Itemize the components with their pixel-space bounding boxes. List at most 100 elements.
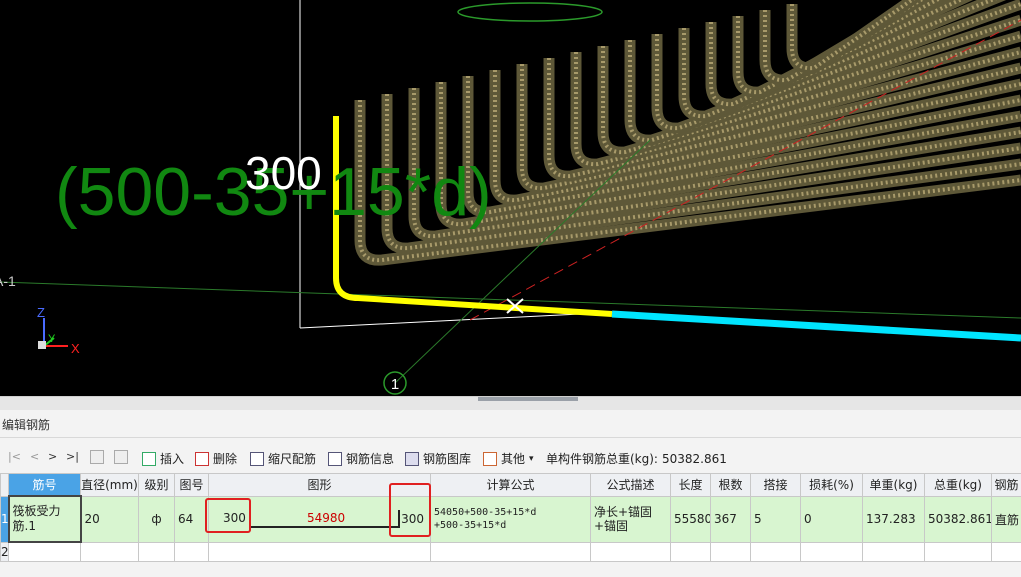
- insert-icon: [142, 451, 156, 466]
- formula-desc-cell[interactable]: 净长+锚固+锚固: [590, 495, 671, 543]
- scale-rebar-button[interactable]: 缩尺配筋: [250, 450, 316, 467]
- axis-edge-label: A-1: [0, 273, 16, 289]
- empty-cell[interactable]: [800, 541, 863, 562]
- nav-next-button[interactable]: >: [48, 450, 57, 463]
- empty-cell[interactable]: [590, 541, 671, 562]
- empty-cell[interactable]: [208, 541, 431, 562]
- count-cell[interactable]: 367: [710, 495, 751, 543]
- empty-cell[interactable]: [750, 541, 801, 562]
- shape-hook-line: [398, 509, 400, 528]
- column-header[interactable]: 长度: [670, 473, 711, 497]
- panel-divider: [0, 437, 1021, 438]
- panel-title: 编辑钢筋: [2, 418, 51, 432]
- total-weight-cell[interactable]: 50382.861: [924, 495, 992, 543]
- shape-bar-line: [251, 525, 399, 528]
- other-menu-button[interactable]: 其他 ▾: [483, 450, 534, 467]
- dropdown-arrow-icon: ▾: [529, 453, 534, 464]
- grid-axis-number: 1: [391, 376, 399, 393]
- move-up-icon: [90, 450, 104, 464]
- empty-cell[interactable]: [670, 541, 711, 562]
- shape-right-dim[interactable]: 300: [401, 512, 424, 526]
- y-axis-label: Y: [48, 333, 56, 345]
- row-index[interactable]: 1: [0, 495, 9, 543]
- grid-axis-line: [0, 281, 1021, 319]
- scale-icon: [250, 451, 264, 466]
- scale-label: 缩尺配筋: [268, 452, 317, 466]
- delete-label: 删除: [213, 452, 238, 466]
- column-header[interactable]: 单重(kg): [862, 473, 925, 497]
- table-row[interactable]: 1 筏板受力筋.1 20 ф 64 300 54980 300 54050+50…: [0, 495, 1021, 543]
- empty-cell[interactable]: [924, 541, 992, 562]
- other-icon: [483, 451, 497, 466]
- nav-first-button[interactable]: |<: [8, 450, 21, 463]
- delete-button[interactable]: 删除: [195, 450, 237, 467]
- splitter-grip[interactable]: [478, 397, 578, 401]
- formula-line: 54050+500-35+15*d: [434, 507, 537, 518]
- move-down-button[interactable]: [114, 450, 132, 464]
- insert-button[interactable]: 插入: [142, 450, 184, 467]
- rebar-shape-cell[interactable]: 300 54980 300: [208, 495, 431, 543]
- corner-cell: [0, 473, 9, 497]
- column-header[interactable]: 公式描述: [590, 473, 671, 497]
- x-axis-label: X: [71, 341, 80, 356]
- row-index[interactable]: 2: [0, 541, 9, 562]
- table-row[interactable]: 2: [0, 541, 1021, 562]
- length-cell[interactable]: 55580: [670, 495, 711, 543]
- total-weight-readout: 单构件钢筋总重(kg): 50382.861: [546, 450, 727, 467]
- empty-cell[interactable]: [991, 541, 1021, 562]
- column-header[interactable]: 计算公式: [430, 473, 591, 497]
- empty-cell[interactable]: [138, 541, 175, 562]
- move-up-button[interactable]: [90, 450, 108, 464]
- empty-cell[interactable]: [8, 541, 81, 562]
- rebar-table: 筋号 直径(mm) 级别 图号 图形 计算公式 公式描述 长度 根数 搭接 损耗…: [0, 473, 1021, 562]
- table-header-row: 筋号 直径(mm) 级别 图号 图形 计算公式 公式描述 长度 根数 搭接 损耗…: [0, 473, 1021, 497]
- rebar-info-button[interactable]: 钢筋信息: [328, 450, 394, 467]
- library-label: 钢筋图库: [423, 452, 472, 466]
- other-label: 其他: [501, 452, 526, 466]
- total-weight-value: 50382.861: [661, 451, 727, 466]
- origin-marker: [38, 341, 46, 349]
- library-icon: [405, 451, 419, 466]
- edit-rebar-panel: 编辑钢筋 |< < > >| 插入 删除 缩尺配筋 钢筋信息 钢筋图库 其他 ▾ …: [0, 410, 1021, 577]
- total-weight-label: 单构件钢筋总重(kg):: [546, 452, 658, 466]
- shape-mid-dim[interactable]: 54980: [307, 511, 345, 525]
- figure-no-cell[interactable]: 64: [174, 495, 209, 543]
- column-header[interactable]: 级别: [138, 473, 175, 497]
- nav-last-button[interactable]: >|: [66, 450, 79, 463]
- empty-cell[interactable]: [862, 541, 925, 562]
- column-header[interactable]: 根数: [710, 473, 751, 497]
- rebar-library-button[interactable]: 钢筋图库: [405, 450, 471, 467]
- rebar-type-cell[interactable]: 直筋: [991, 495, 1021, 543]
- empty-cell[interactable]: [710, 541, 751, 562]
- column-header[interactable]: 图形: [208, 473, 431, 497]
- empty-cell[interactable]: [80, 541, 139, 562]
- diameter-cell[interactable]: 20: [80, 495, 139, 543]
- move-down-icon: [114, 450, 128, 464]
- column-header[interactable]: 图号: [174, 473, 209, 497]
- info-icon: [328, 451, 342, 466]
- empty-cell[interactable]: [430, 541, 591, 562]
- panel-splitter[interactable]: [0, 396, 1021, 411]
- rebar-cyan-segment: [611, 310, 1021, 342]
- formula-cell[interactable]: 54050+500-35+15*d +500-35+15*d: [430, 495, 591, 543]
- grade-cell[interactable]: ф: [138, 495, 175, 543]
- rebar-dimension-annotation: 300: [245, 147, 322, 199]
- nav-prev-button[interactable]: <: [30, 450, 39, 463]
- loss-cell[interactable]: 0: [800, 495, 863, 543]
- shape-left-dim[interactable]: 300: [223, 511, 246, 525]
- column-header[interactable]: 总重(kg): [924, 473, 992, 497]
- column-header[interactable]: 筋号: [8, 473, 81, 497]
- z-axis-label: Z: [37, 305, 45, 320]
- rebar-name-cell[interactable]: 筏板受力筋.1: [7, 495, 82, 543]
- empty-cell[interactable]: [174, 541, 209, 562]
- column-header[interactable]: 直径(mm): [80, 473, 139, 497]
- info-label: 钢筋信息: [346, 452, 395, 466]
- grid-bubble: [457, 2, 603, 22]
- column-header[interactable]: 损耗(%): [800, 473, 863, 497]
- rebar-toolbar: |< < > >| 插入 删除 缩尺配筋 钢筋信息 钢筋图库 其他 ▾ 单构件钢筋…: [0, 446, 1021, 470]
- lap-cell[interactable]: 5: [750, 495, 801, 543]
- column-header[interactable]: 搭接: [750, 473, 801, 497]
- column-header[interactable]: 钢筋: [991, 473, 1021, 497]
- unit-weight-cell[interactable]: 137.283: [862, 495, 925, 543]
- 3d-viewport[interactable]: 1 A-1 Z Y X (500-35+15*d) 300: [0, 0, 1021, 396]
